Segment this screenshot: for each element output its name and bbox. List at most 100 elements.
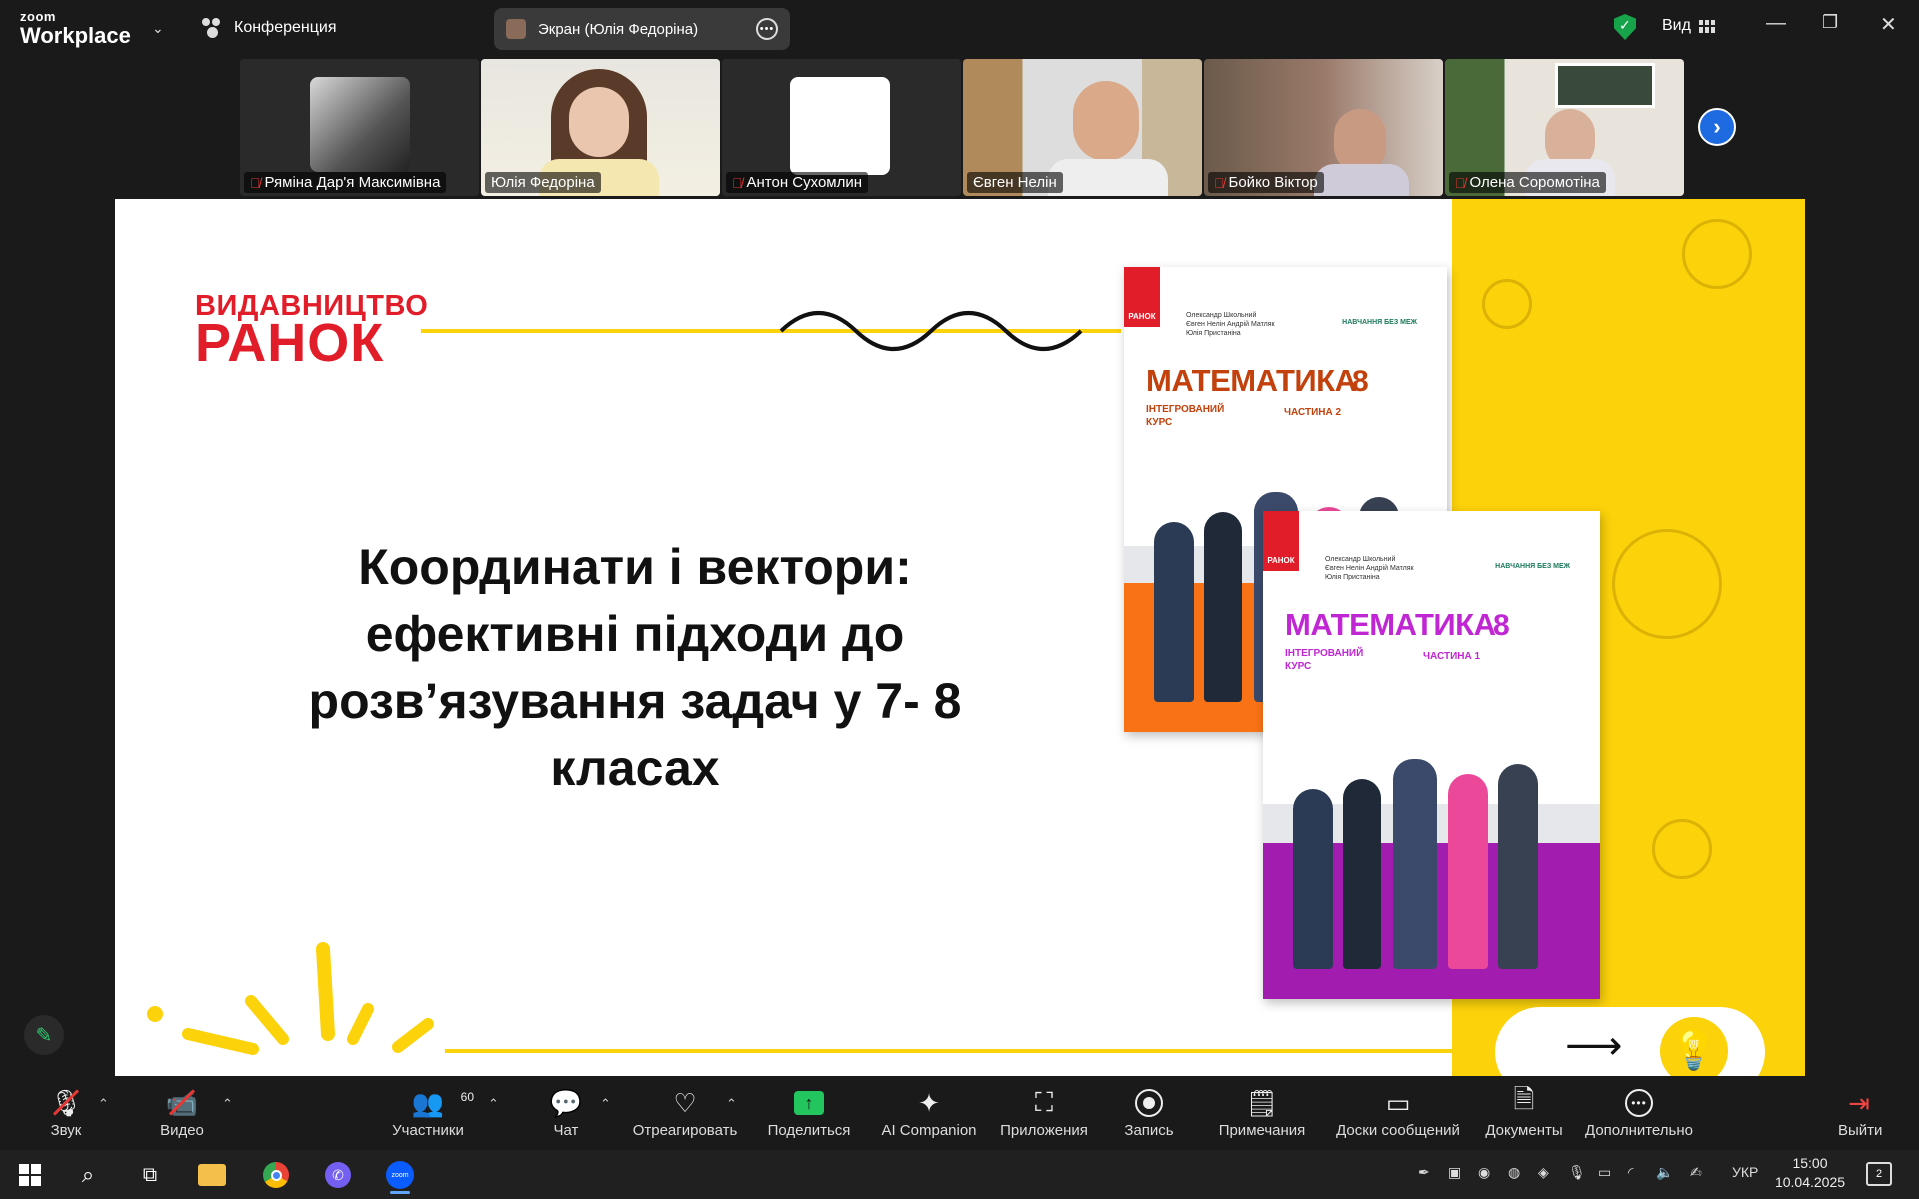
lightbulb-icon: 💡 <box>1660 1017 1728 1076</box>
battery-icon[interactable]: ▭ <box>1598 1164 1611 1181</box>
whiteboards-button[interactable]: ▭ Доски сообщений <box>1333 1086 1463 1140</box>
notification-count: 2 <box>1875 1168 1883 1180</box>
participants-options-caret[interactable]: ⌃ <box>488 1096 499 1112</box>
record-label: Запись <box>1124 1122 1174 1139</box>
participant-tile[interactable]: 🎙̸ Бойко Віктор <box>1204 59 1443 196</box>
audio-button[interactable]: 🎙 Звук <box>46 1086 86 1140</box>
sparkle-icon: ✦ <box>918 1087 940 1118</box>
chrome-icon[interactable] <box>256 1156 296 1194</box>
participants-button[interactable]: 👥 60 Участники <box>390 1086 474 1140</box>
book-course: ІНТЕГРОВАНИЙ КУРС <box>1285 648 1364 672</box>
pen-tray-icon[interactable]: ✒ <box>1418 1164 1430 1181</box>
document-icon: 🗎 <box>1513 1084 1535 1114</box>
share-button[interactable]: ↑ Поделиться <box>767 1086 851 1139</box>
chat-options-caret[interactable]: ⌃ <box>600 1096 611 1112</box>
book-part: ЧАСТИНА 1 <box>1423 651 1481 662</box>
logo-line2: РАНОК <box>195 313 385 374</box>
file-explorer-icon[interactable] <box>192 1156 232 1194</box>
leave-button[interactable]: ⇥ Выйти <box>1838 1086 1883 1140</box>
zoom-logo[interactable]: zoom Workplace <box>20 10 131 47</box>
app-tray-icon[interactable]: ▣ <box>1448 1164 1461 1181</box>
video-button[interactable]: 📹 Видео <box>158 1086 206 1140</box>
time: 15:00 <box>1792 1155 1828 1171</box>
mic-tray-icon[interactable]: 🎙 <box>1568 1164 1586 1181</box>
audio-options-caret[interactable]: ⌃ <box>98 1096 109 1112</box>
volume-icon[interactable]: 🔈 <box>1656 1164 1673 1181</box>
ai-companion-button[interactable]: ✦ AI Companion <box>880 1086 978 1140</box>
react-button[interactable]: ♡ Отреагировать <box>631 1086 739 1140</box>
mic-muted-icon: 🎙̸ <box>250 174 261 191</box>
notes-label: Примечания <box>1218 1122 1306 1139</box>
publisher-logo: ВИДАВНИЦТВО РАНОК <box>195 291 428 374</box>
more-label: Дополнительно <box>1585 1122 1693 1139</box>
participant-strip: 🎙̸ Ряміна Дар'я Максимівна Юлія Федоріна … <box>240 59 1684 196</box>
ai-label: AI Companion <box>881 1122 977 1139</box>
notifications-icon[interactable]: 2 <box>1866 1162 1892 1186</box>
participant-tile[interactable]: 🎙̸ Олена Соромотіна <box>1445 59 1684 196</box>
notes-button[interactable]: 🗒 Примечания <box>1215 1086 1309 1140</box>
bottom-line <box>445 1049 1455 1053</box>
react-options-caret[interactable]: ⌃ <box>726 1096 737 1112</box>
people-icon: 👥 60 <box>411 1087 474 1118</box>
conference-menu[interactable]: Конференция <box>202 18 337 38</box>
chat-button[interactable]: 💬 Чат <box>549 1086 583 1140</box>
task-view-icon[interactable]: ⧉ <box>130 1156 170 1194</box>
language-indicator[interactable]: УКР <box>1732 1164 1758 1180</box>
start-button[interactable] <box>10 1156 50 1194</box>
book-authors: Олександр Школьний Євген Нелін Андрій Ма… <box>1325 556 1414 581</box>
brand-small: zoom <box>20 9 56 24</box>
avatar <box>506 19 526 39</box>
date: 10.04.2025 <box>1774 1174 1846 1190</box>
textbook-cover-part1: РАНОК Олександр Школьний Євген Нелін Анд… <box>1263 511 1600 999</box>
decorative-sparks <box>147 942 434 1055</box>
participant-tile[interactable]: Євген Нелін <box>963 59 1202 196</box>
share-label: Поделиться <box>767 1122 851 1139</box>
participant-name: Ряміна Дар'я Максимівна <box>264 174 441 191</box>
pdf-tray-icon[interactable]: ◈ <box>1538 1164 1549 1181</box>
view-menu[interactable]: Вид <box>1662 17 1715 35</box>
search-icon[interactable]: ⌕ <box>68 1156 108 1194</box>
viber-icon[interactable]: ✆ <box>318 1156 358 1194</box>
more-options-icon[interactable]: ••• <box>756 18 778 40</box>
docs-button[interactable]: 🗎 Документы <box>1483 1084 1565 1139</box>
chat-label: Чат <box>553 1122 579 1139</box>
more-button[interactable]: ••• Дополнительно <box>1583 1086 1695 1139</box>
security-shield-icon[interactable] <box>1614 14 1636 40</box>
audio-label: Звук <box>50 1122 82 1139</box>
leave-label: Выйти <box>1838 1122 1883 1139</box>
camera-off-icon: 📹 <box>158 1086 206 1120</box>
heart-icon: ♡ <box>673 1087 697 1118</box>
restore-icon[interactable]: ❐ <box>1822 12 1838 33</box>
mic-muted-icon: 🎙̸ <box>732 174 743 191</box>
grid-icon <box>1698 19 1715 33</box>
pen-input-icon[interactable]: ✍ <box>1690 1164 1702 1181</box>
screen-share-indicator[interactable]: Экран (Юлія Федоріна) ••• <box>494 8 790 50</box>
chat-icon: 💬 <box>549 1087 583 1118</box>
next-page-button[interactable]: › <box>1698 108 1736 146</box>
share-label: Экран (Юлія Федоріна) <box>538 20 699 38</box>
record-icon <box>1135 1089 1163 1117</box>
clock[interactable]: 15:00 10.04.2025 <box>1772 1154 1848 1192</box>
apps-button[interactable]: ⛶ Приложения <box>997 1086 1091 1139</box>
annotate-pencil-icon[interactable]: ✎ <box>24 1015 64 1055</box>
wifi-icon[interactable]: ◜ <box>1628 1164 1633 1181</box>
meeting-toolbar: 🎙 Звук ⌃ 📹 Видео ⌃ 👥 60 Участники ⌃ 💬 Чат… <box>0 1076 1919 1150</box>
video-options-caret[interactable]: ⌃ <box>222 1096 233 1112</box>
zoom-tray-icon[interactable]: ◉ <box>1478 1164 1490 1181</box>
book-badge: НАВЧАННЯ БЕЗ МЕЖ <box>1342 319 1417 326</box>
book-part: ЧАСТИНА 2 <box>1284 407 1342 418</box>
mic-muted-icon: 🎙̸ <box>1214 174 1225 191</box>
participant-tile[interactable]: 🎙̸ Ряміна Дар'я Максимівна <box>240 59 479 196</box>
publisher-badge: РАНОК <box>1124 267 1160 327</box>
viber-tray-icon[interactable]: ◍ <box>1508 1164 1520 1181</box>
participant-tile[interactable]: 🎙̸ Антон Сухомлин <box>722 59 961 196</box>
book-grade: 8 <box>1493 609 1510 642</box>
zoom-taskbar-icon[interactable]: zoom <box>380 1156 420 1194</box>
chevron-down-icon[interactable]: ⌄ <box>152 20 164 37</box>
record-button[interactable]: Запись <box>1123 1086 1175 1139</box>
apps-icon: ⛶ <box>1034 1087 1054 1117</box>
book-authors: Олександр Школьний Євген Нелін Андрій Ма… <box>1186 312 1275 337</box>
participant-tile[interactable]: Юлія Федоріна <box>481 59 720 196</box>
minimize-icon[interactable]: — <box>1766 12 1786 35</box>
close-icon[interactable]: ✕ <box>1880 12 1897 37</box>
